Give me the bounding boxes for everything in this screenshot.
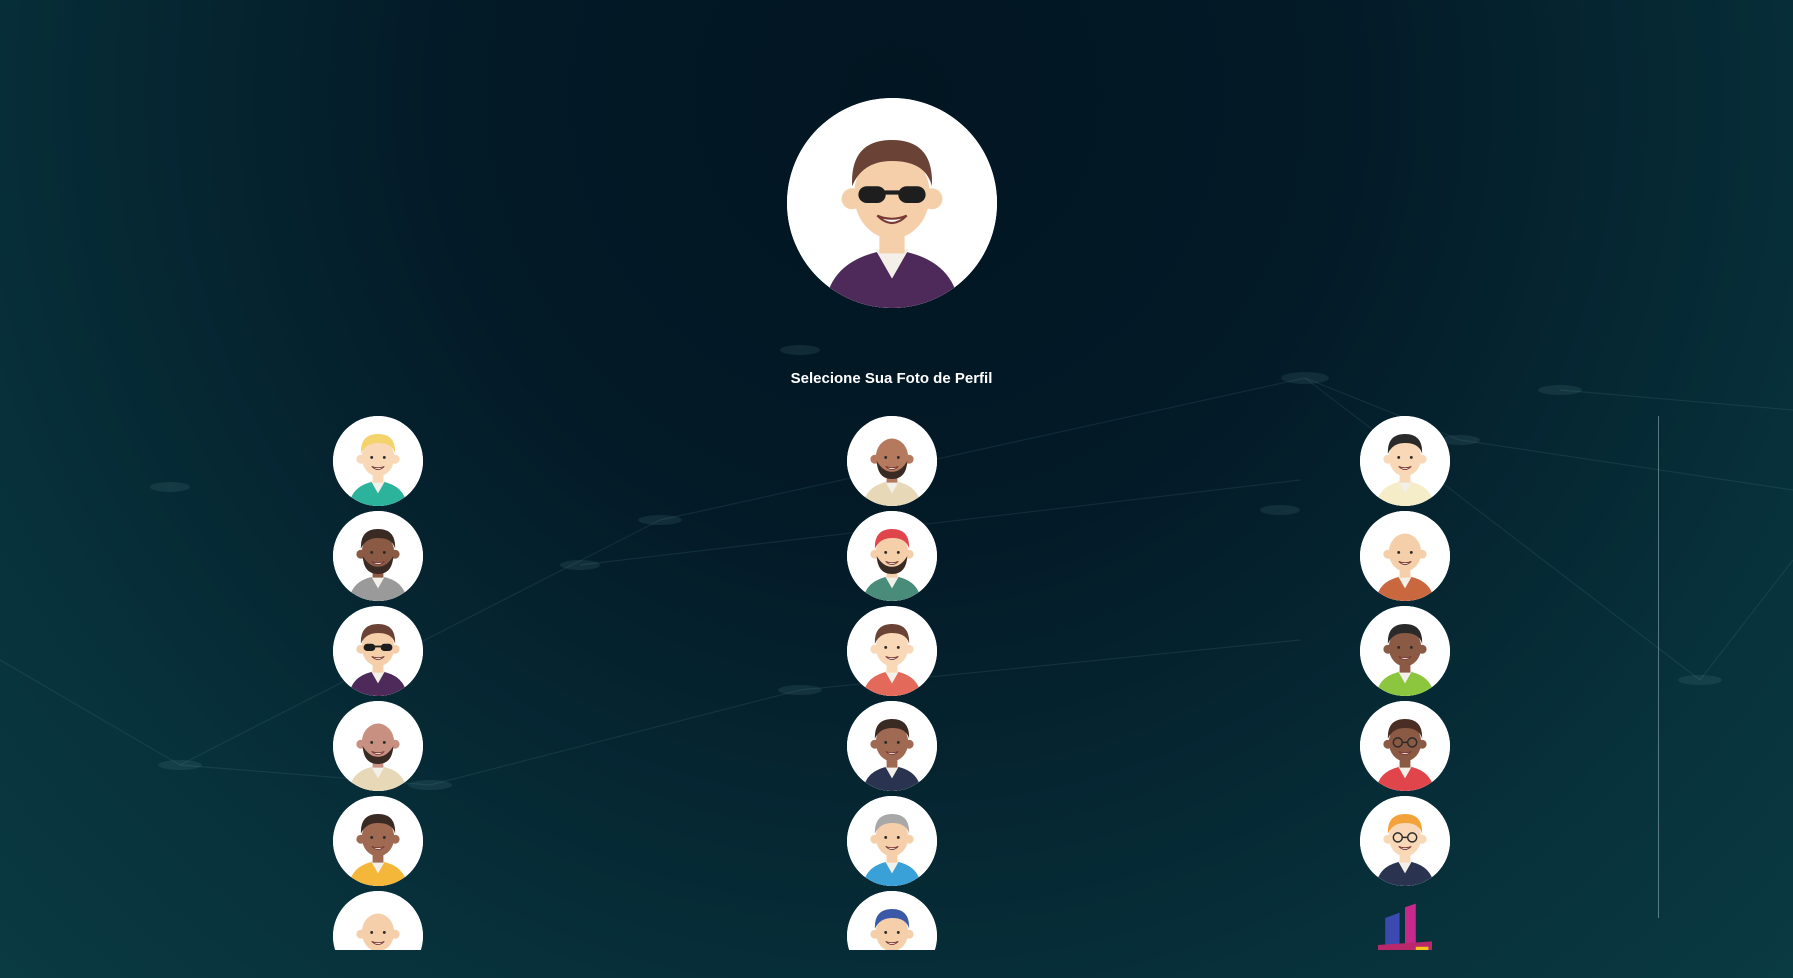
avatar-curly-hair-man-icon[interactable] xyxy=(847,701,937,791)
avatar-sunglasses-man-icon[interactable] xyxy=(333,606,423,696)
avatar-suspenders-man-icon[interactable] xyxy=(847,606,937,696)
avatar-green-jacket-man-icon[interactable] xyxy=(1360,606,1450,696)
avatar-bald-old-man-icon[interactable] xyxy=(1360,511,1450,601)
selected-profile-photo xyxy=(787,98,997,308)
avatar-bald-smiling-man-icon[interactable] xyxy=(333,891,423,950)
avatar-selection-grid xyxy=(0,416,1793,950)
avatar-red-hair-man-icon[interactable] xyxy=(847,511,937,601)
avatar-mohawk-man-icon[interactable] xyxy=(847,891,937,950)
brand-logo-icon[interactable] xyxy=(1360,891,1450,950)
avatar-blond-man-icon[interactable] xyxy=(333,416,423,506)
avatar-dreadlocks-man-icon[interactable] xyxy=(333,511,423,601)
avatar-orange-hair-glasses-man-icon[interactable] xyxy=(1360,796,1450,886)
scrollbar[interactable] xyxy=(1658,416,1659,918)
page-title: Selecione Sua Foto de Perfil xyxy=(790,370,993,387)
avatar-grey-hair-man-icon[interactable] xyxy=(847,796,937,886)
avatar-yellow-shirt-man-icon[interactable] xyxy=(333,796,423,886)
avatar-glasses-afro-man-icon[interactable] xyxy=(1360,701,1450,791)
avatar-bald-bearded-man-icon[interactable] xyxy=(847,416,937,506)
avatar-bald-beard-man-icon[interactable] xyxy=(333,701,423,791)
avatar-dark-hair-man-icon[interactable] xyxy=(1360,416,1450,506)
